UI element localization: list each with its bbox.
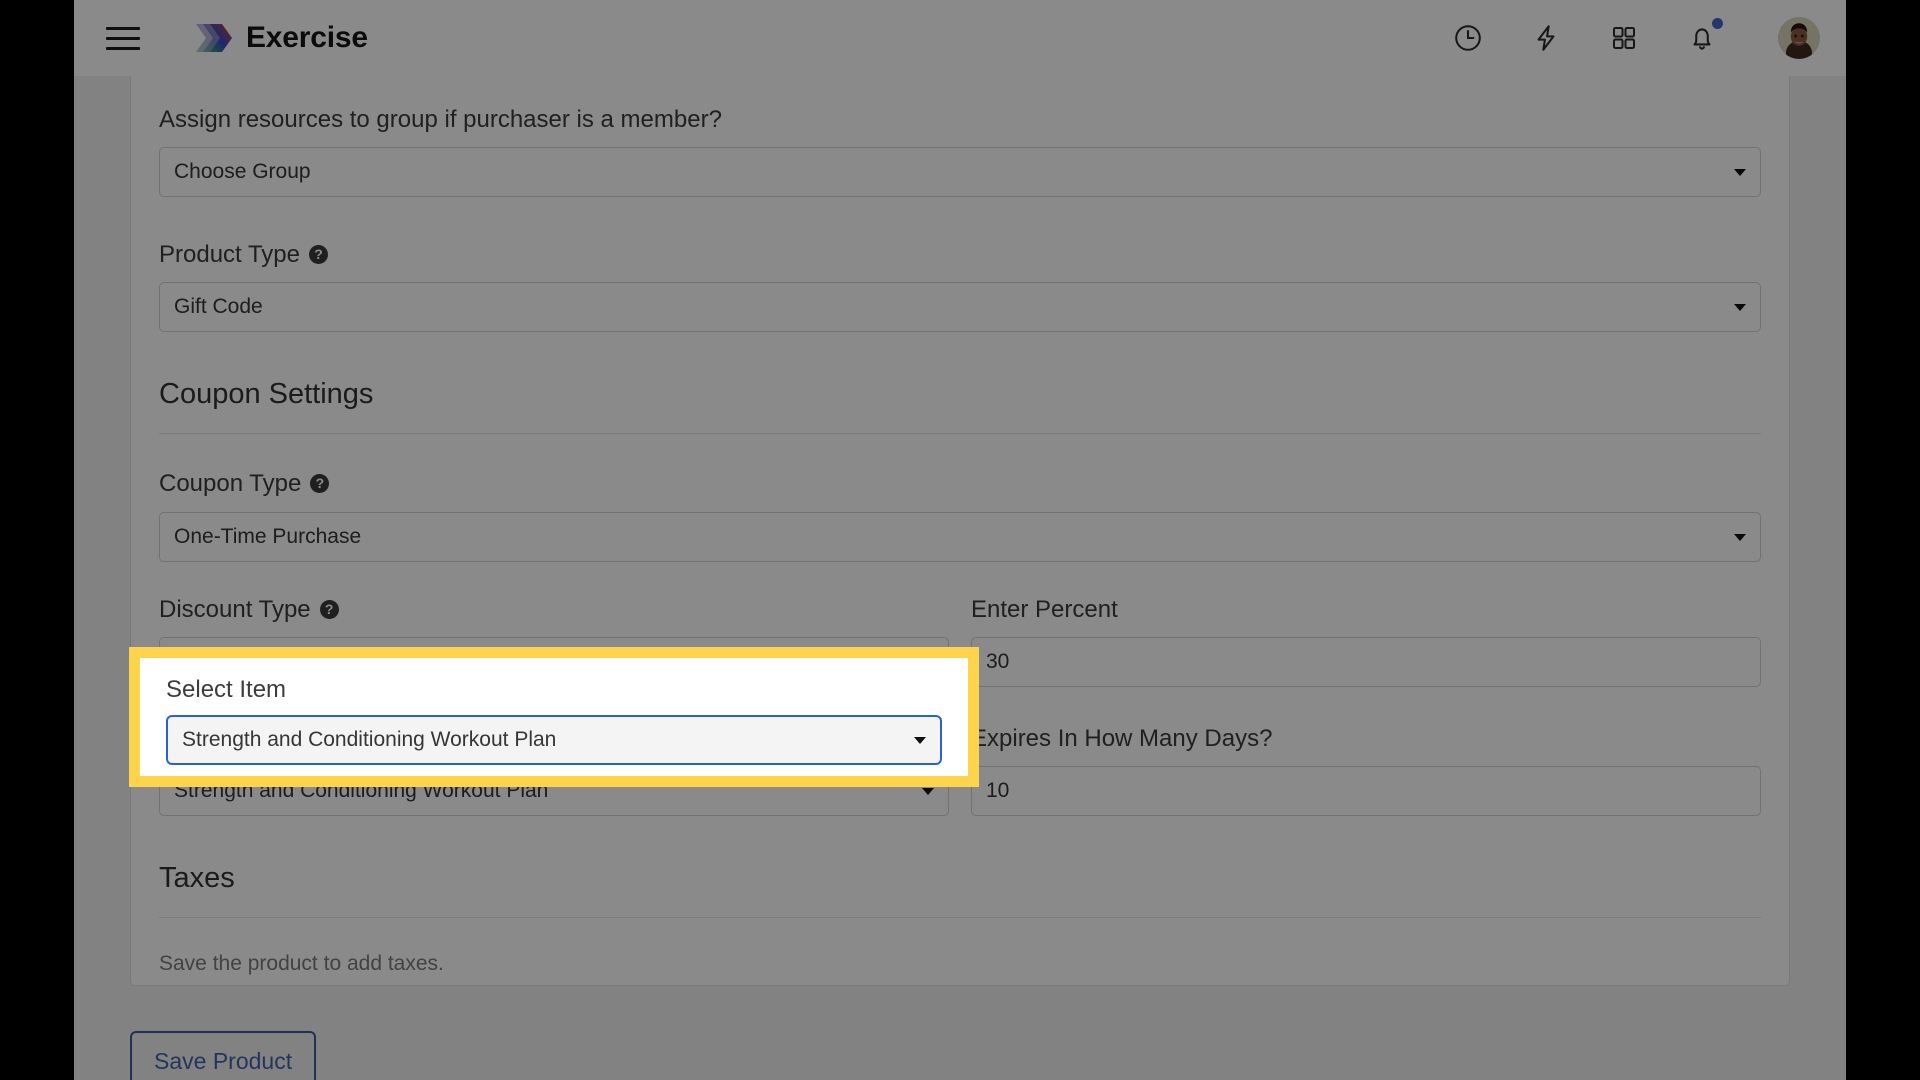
- user-avatar[interactable]: [1778, 17, 1820, 59]
- expires-days-label: Expires In How Many Days?: [971, 723, 1761, 754]
- save-product-button[interactable]: Save Product: [130, 1031, 317, 1080]
- help-icon[interactable]: ?: [319, 599, 339, 619]
- hamburger-bar: [106, 36, 140, 40]
- enter-percent-input[interactable]: 30: [971, 636, 1761, 687]
- field-expires-days: Expires In How Many Days? 10: [971, 723, 1761, 816]
- coupon-type-select[interactable]: One-Time Purchase: [159, 511, 1761, 562]
- discount-type-label: Discount Type ?: [159, 594, 949, 625]
- field-coupon-type: Coupon Type ? One-Time Purchase: [159, 468, 1761, 562]
- field-enter-percent: Enter Percent 30: [971, 594, 1761, 687]
- highlight-select-item-label-text: Select Item: [166, 676, 287, 703]
- assign-group-select[interactable]: Choose Group: [159, 147, 1761, 198]
- hamburger-bar: [106, 46, 140, 50]
- app-header: Exercise: [74, 0, 1846, 76]
- help-icon[interactable]: ?: [310, 474, 330, 494]
- field-assign-group: Assign resources to group if purchaser i…: [159, 104, 1761, 198]
- history-clock-icon[interactable]: [1450, 20, 1486, 56]
- page-body: Assign resources to group if purchaser i…: [74, 76, 1846, 1080]
- select-item-selected-value: Strength and Conditioning Workout Plan: [182, 728, 557, 752]
- enter-percent-value: 30: [986, 649, 1010, 673]
- highlight-content: Select Item Strength and Conditioning Wo…: [140, 658, 968, 776]
- form-actions: Save Product: [130, 1031, 317, 1080]
- product-type-label: Product Type ?: [159, 239, 1761, 270]
- product-type-value: Gift Code: [174, 295, 263, 319]
- expires-days-value: 10: [986, 778, 1010, 802]
- grid-apps-icon[interactable]: [1606, 20, 1642, 56]
- chevron-down-icon: [922, 787, 934, 795]
- brand[interactable]: Exercise: [192, 20, 368, 56]
- chevron-down-icon: [1734, 533, 1746, 541]
- notifications-bell-icon[interactable]: [1684, 18, 1723, 56]
- chevron-down-icon: [914, 737, 926, 745]
- assign-group-label-text: Assign resources to group if purchaser i…: [159, 106, 722, 133]
- hamburger-bar: [106, 26, 140, 30]
- select-item-select[interactable]: Strength and Conditioning Workout Plan: [166, 715, 942, 766]
- browser-viewport: Exercise Assign resources to group if pu…: [74, 0, 1846, 1080]
- chevron-down-icon: [1734, 169, 1746, 177]
- assign-group-label: Assign resources to group if purchaser i…: [159, 104, 1761, 135]
- form-container: Assign resources to group if purchaser i…: [131, 76, 1789, 976]
- app-title: Exercise: [246, 21, 368, 54]
- help-icon[interactable]: ?: [308, 245, 328, 265]
- assign-group-value: Choose Group: [174, 160, 311, 184]
- product-type-label-text: Product Type: [159, 241, 300, 269]
- chevron-down-icon: [1734, 304, 1746, 312]
- product-settings-card: Assign resources to group if purchaser i…: [130, 76, 1790, 986]
- enter-percent-label: Enter Percent: [971, 594, 1761, 625]
- hamburger-menu-icon[interactable]: [106, 23, 140, 53]
- product-type-select[interactable]: Gift Code: [159, 282, 1761, 333]
- highlight-callout: Select Item Strength and Conditioning Wo…: [129, 647, 979, 787]
- enter-percent-label-text: Enter Percent: [971, 595, 1118, 623]
- field-product-type: Product Type ? Gift Code: [159, 239, 1761, 333]
- expires-days-input[interactable]: 10: [971, 765, 1761, 816]
- coupon-type-label-text: Coupon Type: [159, 470, 302, 498]
- coupon-settings-title: Coupon Settings: [159, 378, 374, 411]
- screen: Exercise Assign resources to group if pu…: [0, 0, 1920, 1080]
- taxes-note: Save the product to add taxes.: [159, 951, 444, 975]
- taxes-title: Taxes: [159, 861, 235, 894]
- chevron-logo-icon: [192, 20, 232, 56]
- section-divider: [159, 433, 1761, 435]
- coupon-type-label: Coupon Type ?: [159, 468, 1761, 499]
- discount-type-label-text: Discount Type: [159, 595, 311, 623]
- section-divider: [159, 916, 1761, 918]
- highlight-select-item-label: Select Item: [166, 674, 942, 705]
- coupon-type-value: One-Time Purchase: [174, 524, 362, 548]
- notification-badge-dot: [1712, 18, 1723, 29]
- lightning-bolt-icon[interactable]: [1528, 20, 1564, 56]
- header-actions: [1450, 17, 1820, 59]
- expires-days-label-text: Expires In How Many Days?: [971, 724, 1273, 752]
